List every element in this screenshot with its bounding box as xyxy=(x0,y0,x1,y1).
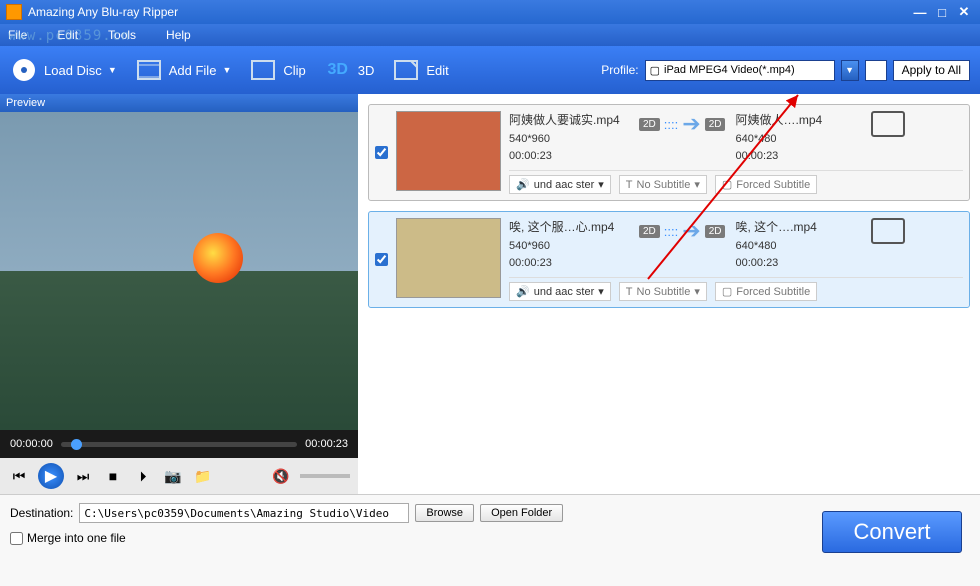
chevron-down-icon: ▼ xyxy=(108,65,117,75)
add-file-button[interactable]: Add File ▼ xyxy=(135,56,232,84)
preview-image xyxy=(0,112,358,430)
preview-header: Preview xyxy=(0,94,358,112)
output-duration: 00:00:23 xyxy=(735,148,855,165)
conversion-arrow: 2D :::: ➔ 2D xyxy=(639,218,725,244)
chevron-down-icon: ▼ xyxy=(222,65,231,75)
edit-icon xyxy=(392,56,420,84)
apply-to-all-button[interactable]: Apply to All xyxy=(893,60,970,81)
watermark: www.pc0359.cn xyxy=(8,28,131,44)
conversion-arrow: 2D :::: ➔ 2D xyxy=(639,111,725,137)
footer: Destination: Browse Open Folder Merge in… xyxy=(0,494,980,586)
output-resolution: 640*480 xyxy=(735,131,855,148)
app-title: Amazing Any Blu-ray Ripper xyxy=(28,5,178,19)
thumbnail xyxy=(396,111,501,191)
3d-button[interactable]: 3D 3D xyxy=(324,56,375,84)
snapshot-button[interactable]: 📷 xyxy=(162,465,184,487)
edit-button[interactable]: Edit xyxy=(392,56,448,84)
time-current: 00:00:00 xyxy=(10,438,53,450)
forward-button[interactable]: ⏭ xyxy=(72,465,94,487)
source-resolution: 540*960 xyxy=(509,238,629,255)
clip-label: Clip xyxy=(283,63,305,78)
browse-button[interactable]: Browse xyxy=(415,504,474,522)
convert-button[interactable]: Convert xyxy=(822,511,962,553)
close-button[interactable]: ✕ xyxy=(954,4,974,20)
merge-checkbox[interactable] xyxy=(10,532,23,545)
3d-label: 3D xyxy=(358,63,375,78)
subtitle-selector[interactable]: T No Subtitle ▾ xyxy=(619,282,707,301)
app-icon xyxy=(6,4,22,20)
subtitle-selector[interactable]: T No Subtitle ▾ xyxy=(619,175,707,194)
badge-input: 2D xyxy=(639,225,660,238)
seek-slider[interactable] xyxy=(61,442,297,447)
time-total: 00:00:23 xyxy=(305,438,348,450)
menubar: File Edit Tools Help www.pc0359.cn xyxy=(0,24,980,46)
source-duration: 00:00:23 xyxy=(509,148,629,165)
minimize-button[interactable]: — xyxy=(910,4,930,20)
next-button[interactable]: ⏵ xyxy=(132,465,154,487)
profile-label: Profile: xyxy=(601,63,638,77)
destination-input[interactable] xyxy=(79,503,409,523)
balloon-graphic xyxy=(193,233,243,283)
source-resolution: 540*960 xyxy=(509,131,629,148)
audio-track-selector[interactable]: 🔊 und aac ster ▾ xyxy=(509,282,611,301)
output-filename: 唉, 这个….mp4 xyxy=(735,218,855,236)
stop-button[interactable]: ■ xyxy=(102,465,124,487)
load-disc-button[interactable]: Load Disc ▼ xyxy=(10,56,117,84)
open-folder-button[interactable]: Open Folder xyxy=(480,504,563,522)
file-list-panel: 阿姨做人要诚实.mp4 540*960 00:00:23 2D :::: ➔ 2… xyxy=(358,94,980,494)
badge-output: 2D xyxy=(705,118,726,131)
forced-subtitle-selector[interactable]: ▢ Forced Subtitle xyxy=(715,282,817,301)
clip-button[interactable]: Clip xyxy=(249,56,305,84)
device-icon xyxy=(871,111,905,137)
audio-track-selector[interactable]: 🔊 und aac ster ▾ xyxy=(509,175,611,194)
player-controls: ⏮ ▶ ⏭ ■ ⏵ 📷 📁 🔇 xyxy=(0,458,358,494)
folder-button[interactable]: 📁 xyxy=(192,465,214,487)
toolbar: Load Disc ▼ Add File ▼ Clip 3D 3D Edit P… xyxy=(0,46,980,94)
preview-timeline: 00:00:00 00:00:23 xyxy=(0,430,358,458)
preview-panel: Preview 00:00:00 00:00:23 ⏮ ▶ ⏭ ■ ⏵ 📷 📁 … xyxy=(0,94,358,494)
volume-slider[interactable] xyxy=(300,474,350,478)
menu-help[interactable]: Help xyxy=(166,28,191,42)
output-duration: 00:00:23 xyxy=(735,255,855,272)
maximize-button[interactable]: □ xyxy=(932,4,952,20)
edit-label: Edit xyxy=(426,63,448,78)
clip-icon xyxy=(249,56,277,84)
output-resolution: 640*480 xyxy=(735,238,855,255)
profile-dropdown-button[interactable]: ▼ xyxy=(841,60,859,81)
profile-value: iPad MPEG4 Video(*.mp4) xyxy=(664,64,795,76)
output-filename: 阿姨做人….mp4 xyxy=(735,111,855,129)
mute-button[interactable]: 🔇 xyxy=(270,465,292,487)
source-filename: 唉, 这个服…心.mp4 xyxy=(509,218,629,236)
file-item[interactable]: 唉, 这个服…心.mp4 540*960 00:00:23 2D :::: ➔ … xyxy=(368,211,970,308)
file-item[interactable]: 阿姨做人要诚实.mp4 540*960 00:00:23 2D :::: ➔ 2… xyxy=(368,104,970,201)
device-icon xyxy=(871,218,905,244)
rewind-button[interactable]: ⏮ xyxy=(8,465,30,487)
forced-subtitle-selector[interactable]: ▢ Forced Subtitle xyxy=(715,175,817,194)
profile-select[interactable]: ▢ iPad MPEG4 Video(*.mp4) xyxy=(645,60,835,81)
destination-label: Destination: xyxy=(10,506,73,520)
item-checkbox[interactable] xyxy=(375,253,388,266)
thumbnail xyxy=(396,218,501,298)
film-icon xyxy=(135,56,163,84)
add-file-label: Add File xyxy=(169,63,217,78)
item-checkbox[interactable] xyxy=(375,146,388,159)
titlebar: Amazing Any Blu-ray Ripper — □ ✕ xyxy=(0,0,980,24)
play-button[interactable]: ▶ xyxy=(38,463,64,489)
settings-button[interactable]: ⚙ xyxy=(865,60,887,81)
disc-icon xyxy=(10,56,38,84)
badge-output: 2D xyxy=(705,225,726,238)
merge-label: Merge into one file xyxy=(27,531,126,545)
source-filename: 阿姨做人要诚实.mp4 xyxy=(509,111,629,129)
source-duration: 00:00:23 xyxy=(509,255,629,272)
load-disc-label: Load Disc xyxy=(44,63,102,78)
badge-input: 2D xyxy=(639,118,660,131)
3d-icon: 3D xyxy=(324,56,352,84)
